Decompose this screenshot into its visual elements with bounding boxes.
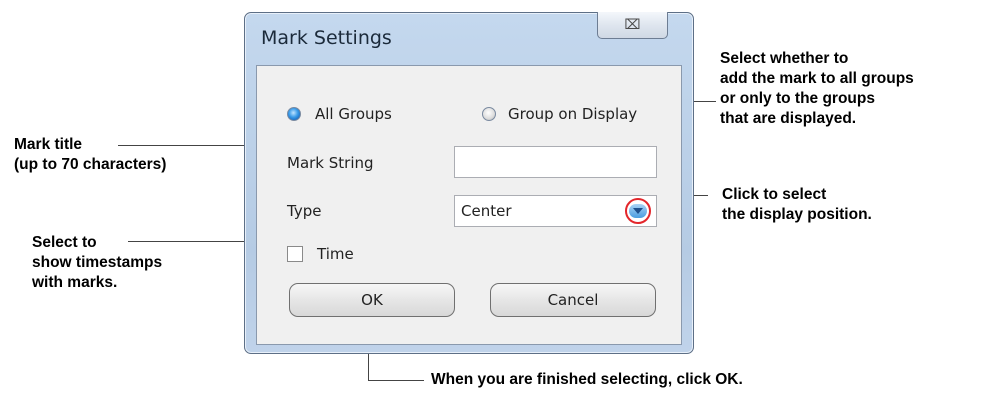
callout-display-position-line2: the display position. [722, 206, 872, 223]
callout-groups-line4: that are displayed. [720, 110, 857, 127]
callout-timestamps-line2: show timestamps [32, 254, 163, 271]
callout-finished: When you are finished selecting, click O… [431, 371, 743, 388]
time-label: Time [317, 245, 354, 263]
mark-string-label: Mark String [287, 154, 374, 172]
close-icon: ⌧ [624, 17, 641, 33]
dialog-title: Mark Settings [261, 27, 392, 49]
time-option[interactable]: Time [287, 244, 407, 264]
callout-timestamps-line3: with marks. [32, 274, 118, 291]
radio-all-groups[interactable]: All Groups [287, 104, 437, 124]
callout-timestamps: Select to show timestamps with marks. [32, 233, 162, 293]
radio-group-on-display-indicator[interactable] [482, 107, 496, 121]
callout-display-position-line1: Click to select [722, 186, 827, 203]
callout-mark-title: Mark title (up to 70 characters) [14, 135, 166, 175]
radio-group-on-display[interactable]: Group on Display [482, 104, 677, 124]
callout-display-position: Click to select the display position. [722, 185, 872, 225]
ok-button[interactable]: OK [289, 283, 455, 317]
mark-string-input[interactable] [454, 146, 657, 178]
type-dropdown-button[interactable] [625, 198, 651, 224]
dialog-content: All Groups Group on Display Mark String … [256, 65, 682, 345]
mark-settings-dialog: Mark Settings ⌧ All Groups Group on Disp… [244, 12, 694, 354]
leader-line-finished-horizontal [368, 380, 424, 381]
callout-groups-line1: Select whether to [720, 50, 849, 67]
close-button[interactable]: ⌧ [597, 12, 668, 39]
radio-group-on-display-label: Group on Display [508, 105, 638, 123]
chevron-down-glyph [633, 208, 643, 214]
radio-all-groups-label: All Groups [315, 105, 392, 123]
callout-groups-line2: add the mark to all groups [720, 70, 914, 87]
callout-groups-line3: or only to the groups [720, 90, 875, 107]
type-dropdown-value: Center [461, 202, 512, 220]
callout-timestamps-line1: Select to [32, 234, 97, 251]
time-checkbox[interactable] [287, 246, 303, 262]
callout-groups: Select whether to add the mark to all gr… [720, 49, 914, 129]
type-label: Type [287, 202, 322, 220]
chevron-down-icon [629, 204, 647, 218]
callout-mark-title-line2: (up to 70 characters) [14, 156, 167, 173]
cancel-button[interactable]: Cancel [490, 283, 656, 317]
radio-all-groups-indicator[interactable] [287, 107, 301, 121]
